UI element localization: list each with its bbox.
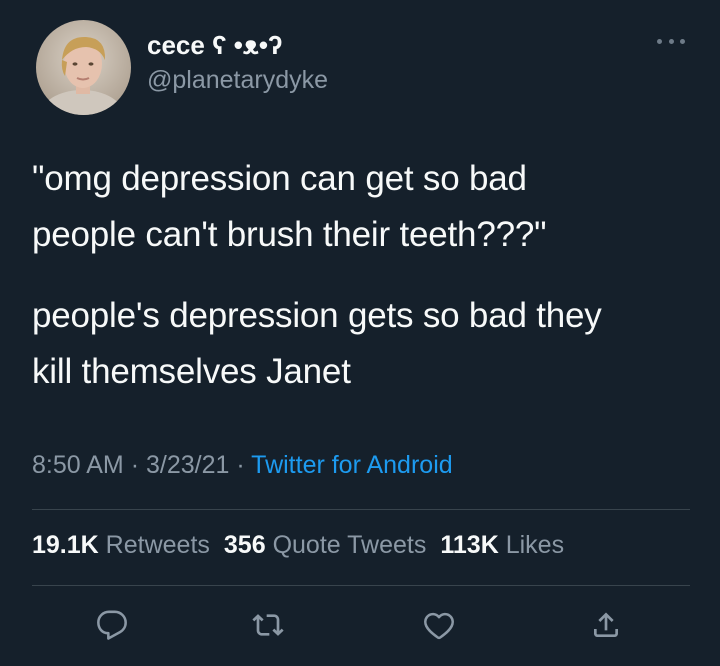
- quote-tweets-stat[interactable]: 356 Quote Tweets: [224, 531, 426, 559]
- tweet-metadata: 8:50 AM · 3/23/21 · Twitter for Android: [32, 451, 453, 480]
- more-options-icon[interactable]: [657, 31, 685, 51]
- reply-button[interactable]: [94, 607, 130, 643]
- divider: [32, 585, 690, 586]
- divider: [32, 509, 690, 510]
- retweet-button[interactable]: [250, 607, 286, 643]
- like-button[interactable]: [421, 607, 457, 643]
- profile-photo-icon: [36, 20, 131, 115]
- likes-count: 113K: [440, 531, 499, 559]
- tweet-text-paragraph-1: "omg depression can get so bad people ca…: [32, 159, 547, 254]
- retweet-arrows-icon: [252, 614, 284, 636]
- avatar[interactable]: [36, 20, 131, 115]
- quote-tweets-label: Quote Tweets: [272, 531, 427, 559]
- meta-separator: ·: [236, 451, 245, 479]
- quote-tweets-count: 356: [223, 531, 266, 559]
- user-handle[interactable]: @planetarydyke: [147, 66, 328, 95]
- tweet-source-link[interactable]: Twitter for Android: [251, 451, 452, 479]
- tweet-time[interactable]: 8:50 AM: [32, 451, 124, 479]
- engagement-stats: 19.1K Retweets 356 Quote Tweets 113K Likes: [32, 531, 564, 560]
- share-button[interactable]: [588, 607, 624, 643]
- likes-stat[interactable]: 113K Likes: [440, 531, 564, 559]
- retweets-label: Retweets: [105, 531, 210, 559]
- likes-label: Likes: [505, 531, 565, 559]
- speech-bubble-icon: [97, 610, 127, 640]
- tweet-card: cece ʕ •ᴥ•ʔ @planetarydyke "omg depressi…: [0, 0, 720, 666]
- display-name[interactable]: cece ʕ •ᴥ•ʔ: [147, 30, 282, 61]
- share-upload-icon: [594, 612, 618, 637]
- heart-icon: [424, 612, 454, 640]
- meta-separator: ·: [130, 451, 140, 479]
- retweets-stat[interactable]: 19.1K Retweets: [32, 531, 210, 559]
- retweets-count: 19.1K: [32, 531, 99, 559]
- tweet-text-paragraph-2: people's depression gets so bad they kil…: [32, 296, 602, 391]
- tweet-date[interactable]: 3/23/21: [146, 451, 229, 479]
